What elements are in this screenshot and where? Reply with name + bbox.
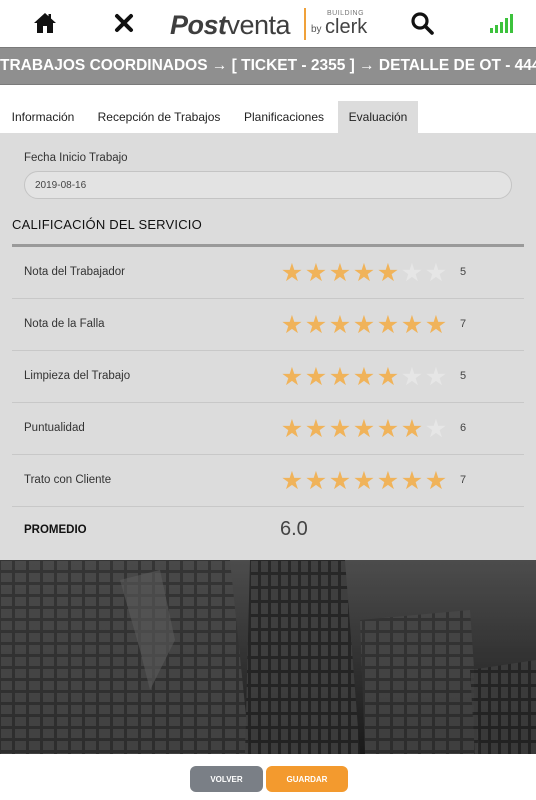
star-icon[interactable]: ★ [280, 261, 304, 286]
rating-label: Trato con Cliente [24, 474, 112, 486]
star-icon[interactable]: ★ [400, 469, 424, 494]
star-icon[interactable]: ★ [424, 313, 448, 338]
star-icon[interactable]: ★ [376, 417, 400, 442]
tab-evaluacion[interactable]: Evaluación [338, 101, 418, 133]
star-icon[interactable]: ★ [280, 417, 304, 442]
signal-icon [487, 8, 517, 38]
tab-informacion[interactable]: Información [0, 101, 86, 133]
tab-recepcion-de-trabajos[interactable]: Recepción de Trabajos [91, 101, 227, 133]
rating-label: Nota de la Falla [24, 318, 105, 330]
star-icon[interactable]: ★ [376, 313, 400, 338]
star-icon[interactable]: ★ [280, 365, 304, 390]
star-icon[interactable]: ★ [304, 313, 328, 338]
star-icon[interactable]: ★ [304, 417, 328, 442]
rating-value: 5 [460, 370, 467, 382]
tab-planificaciones[interactable]: Planificaciones [235, 101, 333, 133]
logo-clerk: clerk [325, 16, 368, 38]
star-icon[interactable]: ★ [328, 365, 352, 390]
tab-bar: Información Recepción de Trabajos Planif… [0, 85, 536, 133]
logo-separator [304, 8, 306, 40]
star-icon[interactable]: ★ [328, 417, 352, 442]
star-icon[interactable]: ★ [400, 261, 424, 286]
rating-label: Puntualidad [24, 422, 85, 434]
star-icon[interactable]: ★ [376, 469, 400, 494]
star-icon[interactable]: ★ [328, 261, 352, 286]
star-rating[interactable]: ★ ★ ★ ★ ★ ★ ★ [280, 417, 448, 442]
start-date-label: Fecha Inicio Trabajo [24, 152, 128, 164]
rating-value: 7 [460, 474, 467, 486]
start-date-field[interactable] [24, 171, 512, 199]
average-label: PROMEDIO [24, 524, 87, 536]
logo-by: by [311, 24, 322, 35]
rating-row-falla: Nota de la Falla ★ ★ ★ ★ ★ ★ ★ 7 [12, 299, 524, 351]
star-icon[interactable]: ★ [352, 313, 376, 338]
star-icon[interactable]: ★ [400, 313, 424, 338]
building-background-image [0, 560, 536, 754]
rating-row-limpieza: Limpieza del Trabajo ★ ★ ★ ★ ★ ★ ★ 5 [12, 351, 524, 403]
postventa-logo: Postventa by BUILDING clerk [170, 6, 370, 42]
star-rating[interactable]: ★ ★ ★ ★ ★ ★ ★ [280, 313, 448, 338]
action-bar: VOLVER GUARDAR [0, 754, 536, 800]
rating-row-puntualidad: Puntualidad ★ ★ ★ ★ ★ ★ ★ 6 [12, 403, 524, 455]
rating-value: 7 [460, 318, 467, 330]
star-icon[interactable]: ★ [328, 313, 352, 338]
star-icon[interactable]: ★ [400, 417, 424, 442]
star-icon[interactable]: ★ [352, 469, 376, 494]
star-icon[interactable]: ★ [376, 261, 400, 286]
star-rating[interactable]: ★ ★ ★ ★ ★ ★ ★ [280, 469, 448, 494]
rating-row-trato-cliente: Trato con Cliente ★ ★ ★ ★ ★ ★ ★ 7 [12, 455, 524, 507]
logo-venta: venta [226, 10, 291, 40]
star-icon[interactable]: ★ [352, 365, 376, 390]
star-icon[interactable]: ★ [304, 469, 328, 494]
section-title: CALIFICACIÓN DEL SERVICIO [12, 217, 202, 232]
star-icon[interactable]: ★ [352, 417, 376, 442]
star-rating[interactable]: ★ ★ ★ ★ ★ ★ ★ [280, 261, 448, 286]
star-icon[interactable]: ★ [280, 313, 304, 338]
star-icon[interactable]: ★ [328, 469, 352, 494]
star-rating[interactable]: ★ ★ ★ ★ ★ ★ ★ [280, 365, 448, 390]
star-icon[interactable]: ★ [304, 365, 328, 390]
rating-value: 6 [460, 422, 467, 434]
close-icon[interactable] [109, 8, 139, 38]
breadcrumb: TRABAJOS COORDINADOS → [ TICKET - 2355 ]… [0, 47, 536, 85]
logo-post: Post [170, 10, 227, 40]
rating-label: Nota del Trabajador [24, 266, 126, 278]
save-button[interactable]: GUARDAR [266, 766, 348, 792]
star-icon[interactable]: ★ [304, 261, 328, 286]
breadcrumb-text: TRABAJOS COORDINADOS → [ TICKET - 2355 ]… [0, 57, 536, 74]
star-icon[interactable]: ★ [280, 469, 304, 494]
rating-row-trabajador: Nota del Trabajador ★ ★ ★ ★ ★ ★ ★ 5 [12, 247, 524, 299]
average-row: PROMEDIO 6.0 [12, 507, 524, 557]
star-icon[interactable]: ★ [424, 261, 448, 286]
home-icon[interactable] [30, 8, 60, 38]
back-button[interactable]: VOLVER [190, 766, 263, 792]
search-icon[interactable] [407, 8, 437, 38]
top-bar: Postventa by BUILDING clerk [0, 0, 536, 47]
star-icon[interactable]: ★ [424, 469, 448, 494]
star-icon[interactable]: ★ [424, 365, 448, 390]
evaluation-panel: Fecha Inicio Trabajo CALIFICACIÓN DEL SE… [0, 133, 536, 560]
rating-value: 5 [460, 266, 467, 278]
rating-label: Limpieza del Trabajo [24, 370, 131, 382]
star-icon[interactable]: ★ [400, 365, 424, 390]
star-icon[interactable]: ★ [424, 417, 448, 442]
average-value: 6.0 [280, 518, 308, 540]
star-icon[interactable]: ★ [352, 261, 376, 286]
star-icon[interactable]: ★ [376, 365, 400, 390]
